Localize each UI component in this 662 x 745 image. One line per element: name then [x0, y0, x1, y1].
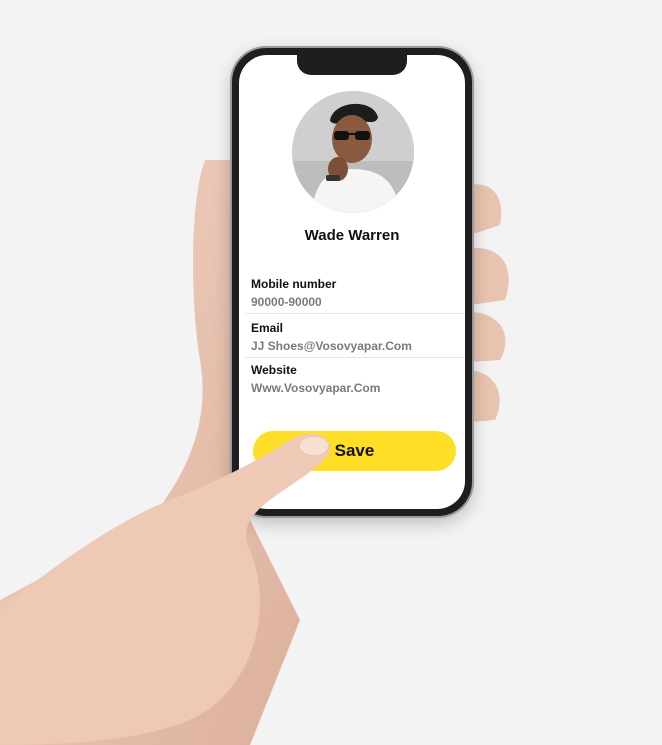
phone-notch [297, 55, 407, 75]
field-value: JJ Shoes@Vosovyapar.Com [251, 339, 412, 353]
field-label: Website [251, 363, 297, 377]
product-photo-scene: Wade Warren Mobile number 90000-90000 Em… [0, 0, 662, 745]
field-value: 90000-90000 [251, 295, 322, 309]
divider [245, 357, 465, 358]
profile-avatar[interactable] [292, 91, 414, 213]
field-value: Www.Vosovyapar.Com [251, 381, 381, 395]
phone-screen: Wade Warren Mobile number 90000-90000 Em… [239, 55, 465, 509]
field-label: Mobile number [251, 277, 337, 291]
user-photo-icon [292, 91, 414, 213]
finger-1 [468, 184, 502, 235]
finger-3 [468, 312, 506, 362]
divider [245, 313, 465, 314]
website-field[interactable]: Website Www.Vosovyapar.Com [251, 363, 465, 395]
profile-name: Wade Warren [304, 227, 400, 244]
save-button[interactable]: Save [253, 431, 456, 471]
smartphone: Wade Warren Mobile number 90000-90000 Em… [232, 48, 472, 516]
mobile-number-field[interactable]: Mobile number 90000-90000 [251, 277, 465, 309]
email-field[interactable]: Email JJ Shoes@Vosovyapar.Com [251, 321, 465, 353]
finger-4 [468, 370, 500, 422]
finger-2 [468, 247, 509, 305]
field-label: Email [251, 321, 284, 335]
